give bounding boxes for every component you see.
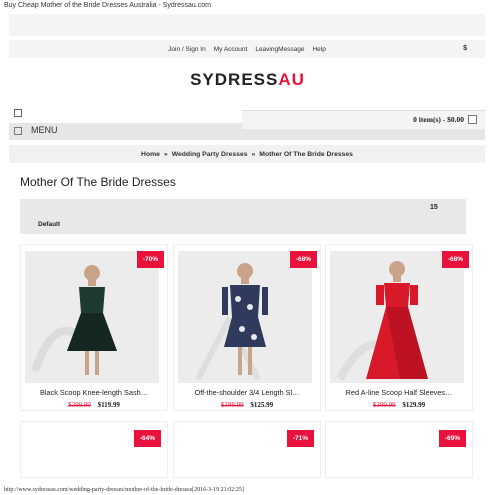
sale-price: $125.99 bbox=[250, 401, 274, 409]
checkbox-icon[interactable] bbox=[14, 109, 22, 117]
discount-badge: -64% bbox=[133, 430, 161, 447]
product-name[interactable]: Off-the-shoulder 3/4 Length Sl… bbox=[174, 388, 320, 397]
product-image[interactable] bbox=[330, 251, 464, 383]
breadcrumb-wedding-party-dresses[interactable]: Wedding Party Dresses bbox=[172, 151, 248, 158]
breadcrumb-separator: » bbox=[163, 150, 168, 158]
discount-badge: -68% bbox=[289, 251, 317, 268]
sort-toolbar bbox=[20, 199, 466, 234]
help-link[interactable]: Help bbox=[312, 46, 325, 53]
print-page-url: http://www.sydressau.com/wedding-party-d… bbox=[4, 487, 244, 493]
discount-badge: -68% bbox=[441, 251, 469, 268]
product-card[interactable]: -70% Black Scoop Knee-length Sash… $399.… bbox=[20, 244, 168, 411]
product-image[interactable] bbox=[25, 251, 159, 383]
sign-in-link[interactable]: Join / Sign In bbox=[168, 46, 206, 53]
product-name[interactable]: Black Scoop Knee-length Sash… bbox=[21, 388, 167, 397]
logo-text-accent: AU bbox=[278, 70, 305, 89]
product-card[interactable]: -68% Off-the-shoulder 3/4 Length Sl… $39… bbox=[173, 244, 321, 411]
site-logo[interactable]: SYDRESSAU bbox=[0, 70, 495, 90]
product-card[interactable]: -71% bbox=[173, 421, 321, 478]
old-price: $398.99 bbox=[220, 401, 244, 409]
my-account-link[interactable]: My Account bbox=[214, 46, 248, 53]
logo-text-main: SYDRESS bbox=[190, 70, 279, 89]
breadcrumb-home[interactable]: Home bbox=[141, 151, 160, 158]
print-page-title: Buy Cheap Mother of the Bride Dresses Au… bbox=[4, 2, 211, 9]
product-card[interactable]: -64% bbox=[20, 421, 168, 478]
product-card[interactable]: -68% Red A-line Scoop Half Sleeves… $399… bbox=[325, 244, 473, 411]
leaving-message-link[interactable]: LeavingMessage bbox=[255, 46, 304, 53]
top-links-bar: Join / Sign In My Account LeavingMessage… bbox=[9, 40, 485, 58]
cart-icon[interactable] bbox=[468, 115, 477, 124]
discount-badge: -71% bbox=[286, 430, 314, 447]
dress-photo-icon bbox=[330, 251, 464, 383]
top-banner-strip bbox=[9, 14, 485, 36]
dress-photo-icon bbox=[178, 251, 312, 383]
product-name[interactable]: Red A-line Scoop Half Sleeves… bbox=[326, 388, 472, 397]
cart-label[interactable]: 0 item(s) - $0.00 bbox=[413, 115, 464, 124]
sort-select[interactable]: Default bbox=[38, 221, 60, 228]
product-card[interactable]: -69% bbox=[325, 421, 473, 478]
discount-badge: -69% bbox=[438, 430, 466, 447]
dress-photo-icon bbox=[25, 251, 159, 383]
breadcrumb-separator: » bbox=[251, 150, 256, 158]
breadcrumb: Home » Wedding Party Dresses » Mother Of… bbox=[9, 145, 485, 163]
menu-toggle-icon[interactable] bbox=[14, 127, 22, 135]
breadcrumb-current: Mother Of The Bride Dresses bbox=[259, 150, 353, 158]
currency-icon[interactable]: $ bbox=[463, 45, 467, 52]
product-image[interactable] bbox=[178, 251, 312, 383]
sale-price: $119.99 bbox=[97, 401, 120, 409]
old-price: $399.99 bbox=[372, 401, 396, 409]
discount-badge: -70% bbox=[136, 251, 164, 268]
page-title: Mother Of The Bride Dresses bbox=[20, 175, 176, 189]
items-per-page-select[interactable]: 15 bbox=[430, 204, 438, 211]
old-price: $399.99 bbox=[68, 401, 91, 409]
sale-price: $129.99 bbox=[402, 401, 426, 409]
menu-label[interactable]: MENU bbox=[31, 125, 58, 135]
